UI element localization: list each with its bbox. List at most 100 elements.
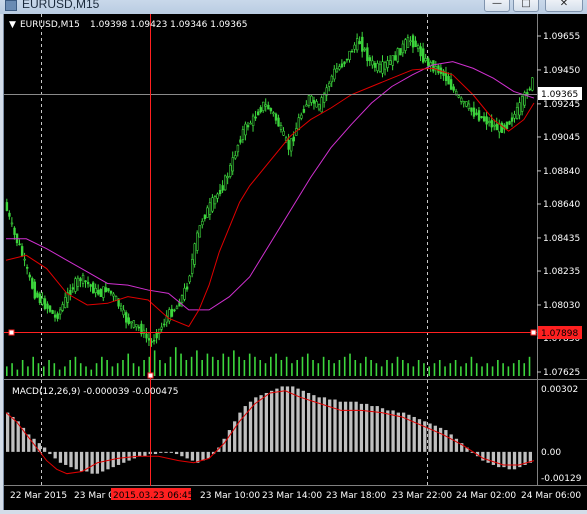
candle-body <box>465 101 468 107</box>
candle-body <box>399 48 402 56</box>
volume-bar <box>280 360 283 376</box>
hline-handle-right[interactable] <box>530 329 537 336</box>
candle-body <box>513 114 516 119</box>
close-button[interactable]: ✕ <box>545 0 583 12</box>
candle-body <box>470 107 473 112</box>
volume-bar <box>169 356 172 376</box>
candle-body <box>94 287 97 293</box>
macd-bar <box>380 408 385 452</box>
volume-bar <box>518 360 520 376</box>
candle-body <box>231 157 235 172</box>
candle-body <box>76 277 80 287</box>
candle-body <box>71 287 75 290</box>
volume-bar <box>138 366 140 376</box>
candle-body <box>272 112 275 115</box>
macd-bar <box>449 434 453 452</box>
macd-bar <box>349 401 353 452</box>
chart-menu-arrow-icon[interactable]: ▼ <box>9 20 16 30</box>
macd-bar <box>428 423 432 452</box>
candle-body <box>427 58 430 67</box>
macd-bar <box>444 430 448 452</box>
volume-bar <box>116 363 119 376</box>
candle-body <box>213 196 217 205</box>
volume-bar <box>53 363 56 376</box>
volume-bar <box>217 360 219 376</box>
macd-bar <box>370 406 374 452</box>
macd-bar <box>306 392 311 452</box>
candle-body <box>81 274 85 284</box>
minimize-button[interactable]: — <box>484 0 510 12</box>
volume-bar <box>328 360 330 376</box>
candle-body <box>112 293 115 297</box>
candle-body <box>175 306 179 310</box>
volume-bar <box>312 360 314 376</box>
macd-bar <box>138 451 142 457</box>
candle-body <box>218 189 222 195</box>
candle-body <box>432 60 435 72</box>
time-label: 22 Mar 2015 <box>10 491 67 501</box>
macd-bar <box>512 451 517 470</box>
volume-bar <box>32 356 34 376</box>
candle-body <box>381 61 384 74</box>
candle-body <box>449 79 453 90</box>
price-tick-label: 1.09045 <box>543 133 580 143</box>
volume-bar <box>465 363 467 376</box>
macd-bar <box>254 397 258 452</box>
candle-body <box>531 77 534 91</box>
candle-body <box>462 101 466 104</box>
candle-body <box>406 37 410 48</box>
volume-bar <box>454 360 457 376</box>
candle-body <box>147 338 151 341</box>
volume-bar <box>391 363 394 376</box>
volume-bar <box>270 356 272 376</box>
macd-tick-top: 0.00302 <box>541 385 578 395</box>
chart-canvas[interactable]: ▼ EURUSD,M15 1.09398 1.09423 1.09346 1.0… <box>4 14 587 510</box>
candle-body <box>312 99 316 104</box>
candle-body <box>254 116 257 119</box>
candle-body <box>28 274 31 278</box>
macd-bar <box>58 451 63 463</box>
time-label: 23 Mar 22:00 <box>392 491 452 501</box>
hline-handle-left[interactable] <box>8 329 15 336</box>
macd-bar <box>497 451 501 468</box>
volume-bar <box>507 366 510 376</box>
candle-body <box>125 312 128 323</box>
chart-frame[interactable]: ▼ EURUSD,M15 1.09398 1.09423 1.09346 1.0… <box>3 14 587 510</box>
time-label: 23 Mar 18:00 <box>326 491 386 501</box>
candle-body <box>528 88 532 91</box>
volume-bar <box>21 360 24 376</box>
macd-bar <box>296 388 300 452</box>
volume-bar <box>417 360 420 376</box>
maximize-button[interactable]: □ <box>513 0 539 12</box>
volume-bar <box>491 366 494 376</box>
candle-body <box>437 65 440 73</box>
candle-body <box>137 326 141 329</box>
price-tick-label: 1.07625 <box>543 368 580 378</box>
candle-body <box>515 106 519 119</box>
crosshair-handle[interactable] <box>147 372 154 379</box>
candle-body <box>267 104 270 110</box>
volume-bar <box>254 356 256 376</box>
volume-bar <box>106 360 108 376</box>
volume-bar <box>291 363 293 376</box>
volume-bar <box>285 356 288 376</box>
candle-body <box>475 112 478 115</box>
macd-bar <box>259 395 263 452</box>
macd-label: MACD(12,26,9) -0.000039 -0.000475 <box>12 387 178 397</box>
candle-body <box>317 104 321 110</box>
time-label: 23 Mar 10:00 <box>200 491 260 501</box>
macd-bar <box>354 401 358 452</box>
window-titlebar: EURUSD,M15 — □ ✕ <box>0 0 587 14</box>
volume-bar <box>396 356 399 376</box>
macd-bar <box>264 392 268 452</box>
candle-body <box>249 122 252 125</box>
macd-bar <box>280 386 284 452</box>
macd-bar <box>338 401 342 452</box>
macd-bar <box>143 451 147 457</box>
candle-body <box>132 320 136 328</box>
volume-bar <box>64 366 66 376</box>
candle-body <box>241 129 245 140</box>
macd-bar <box>396 412 400 452</box>
candle-body <box>201 220 204 226</box>
main-chart-panel[interactable] <box>4 14 537 378</box>
